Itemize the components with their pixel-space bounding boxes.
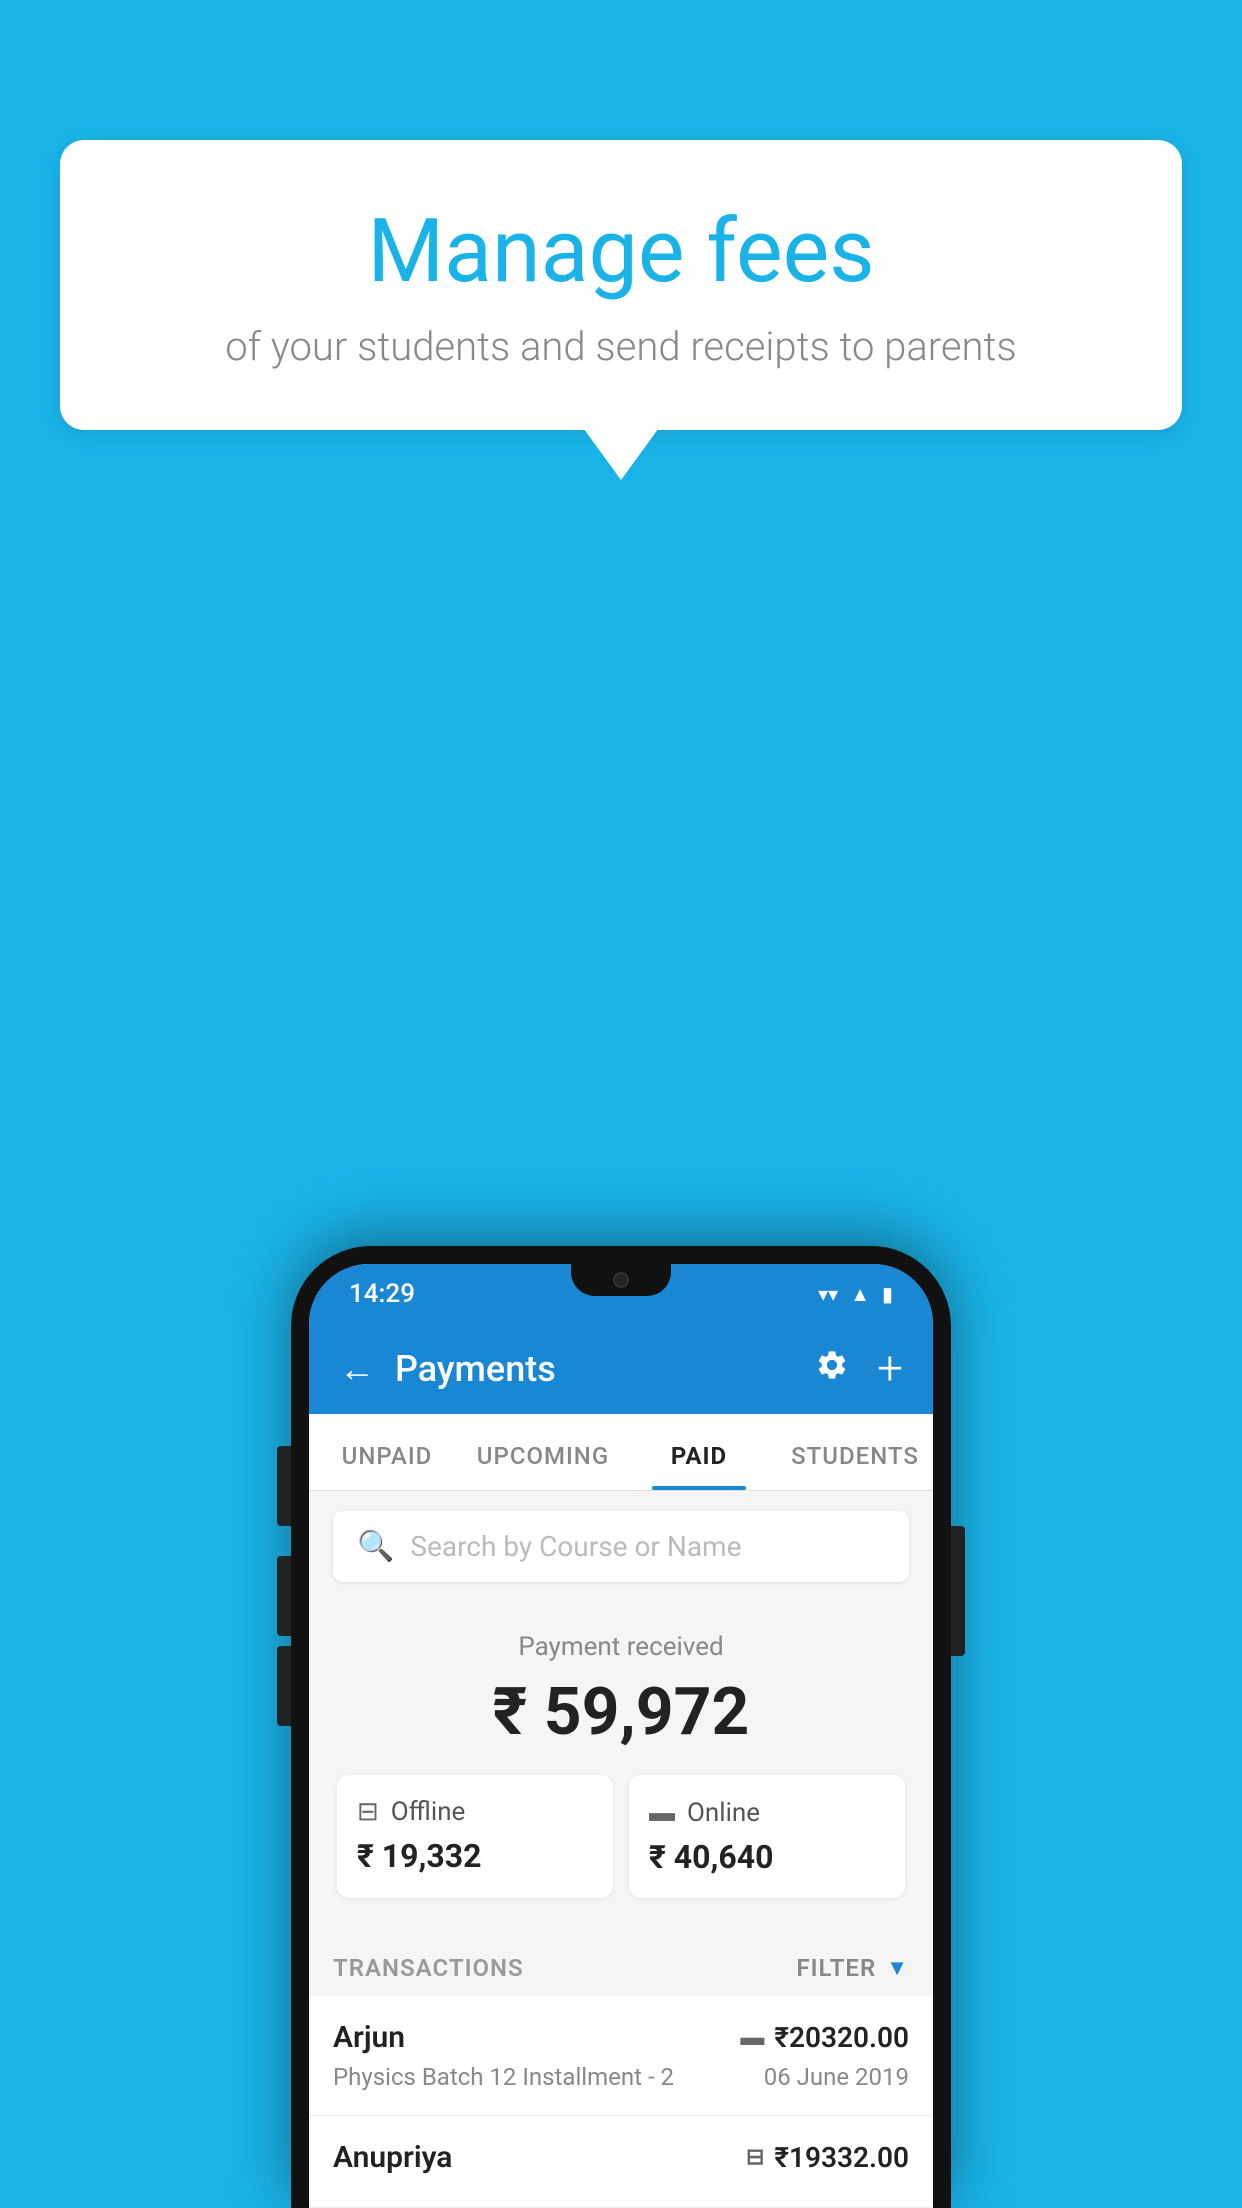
transaction-name: Anupriya [333, 2140, 452, 2175]
settings-icon[interactable] [815, 1348, 849, 1391]
status-time: 14:29 [349, 1279, 415, 1309]
speech-bubble: Manage fees of your students and send re… [60, 140, 1182, 430]
filter-label: FILTER [796, 1954, 876, 1982]
offline-payment-card: ⊟ Offline ₹ 19,332 [337, 1775, 613, 1898]
transaction-detail: Physics Batch 12 Installment - 2 [333, 2063, 674, 2091]
transaction-top: Anupriya ⊟ ₹19332.00 [333, 2140, 909, 2175]
transactions-header: TRANSACTIONS FILTER ▼ [309, 1934, 933, 1996]
tab-students[interactable]: STUDENTS [777, 1414, 933, 1490]
phone-device: 14:29 ▾▾ ▲ ▮ ← Payments + [291, 1246, 951, 2208]
payment-cards: ⊟ Offline ₹ 19,332 ▬ Online ₹ 40,640 [329, 1775, 913, 1914]
transaction-row[interactable]: Anupriya ⊟ ₹19332.00 [309, 2116, 933, 2208]
transaction-name: Arjun [333, 2020, 405, 2055]
search-bar[interactable]: 🔍 Search by Course or Name [333, 1511, 909, 1582]
tab-paid[interactable]: PAID [621, 1414, 777, 1490]
tab-unpaid[interactable]: UNPAID [309, 1414, 465, 1490]
offline-payment-icon: ⊟ [357, 1797, 379, 1827]
online-amount: ₹ 40,640 [649, 1838, 885, 1876]
battery-icon: ▮ [882, 1282, 893, 1306]
status-icons: ▾▾ ▲ ▮ [818, 1282, 893, 1307]
back-button[interactable]: ← [339, 1348, 375, 1390]
transaction-row[interactable]: Arjun ▬ ₹20320.00 Physics Batch 12 Insta… [309, 1996, 933, 2116]
speech-bubble-title: Manage fees [140, 200, 1102, 303]
payment-received-label: Payment received [329, 1632, 913, 1662]
transaction-top: Arjun ▬ ₹20320.00 [333, 2020, 909, 2055]
transactions-label: TRANSACTIONS [333, 1954, 524, 1982]
search-container: 🔍 Search by Course or Name [309, 1491, 933, 1602]
search-input[interactable]: Search by Course or Name [410, 1530, 741, 1563]
phone-screen: 14:29 ▾▾ ▲ ▮ ← Payments + [309, 1264, 933, 2208]
online-payment-card: ▬ Online ₹ 40,640 [629, 1775, 905, 1898]
payment-total-amount: ₹ 59,972 [329, 1674, 913, 1751]
transaction-date: 06 June 2019 [764, 2063, 909, 2091]
signal-icon: ▲ [850, 1282, 870, 1307]
speech-bubble-subtitle: of your students and send receipts to pa… [140, 323, 1102, 370]
rupee-icon: ⊟ [746, 2145, 764, 2170]
offline-label: Offline [391, 1797, 466, 1827]
notch-camera [613, 1272, 629, 1288]
transaction-amount: ▬ ₹20320.00 [740, 2021, 909, 2054]
online-label: Online [687, 1798, 760, 1828]
wifi-icon: ▾▾ [818, 1282, 838, 1306]
tab-upcoming[interactable]: UPCOMING [465, 1414, 621, 1490]
header-title: Payments [395, 1348, 815, 1390]
phone-wrapper: 14:29 ▾▾ ▲ ▮ ← Payments + [291, 1246, 951, 2208]
search-icon: 🔍 [357, 1529, 394, 1564]
filter-button[interactable]: FILTER ▼ [796, 1954, 909, 1982]
card-icon: ▬ [740, 2023, 764, 2052]
add-button[interactable]: + [877, 1342, 903, 1396]
offline-amount: ₹ 19,332 [357, 1837, 593, 1875]
header-actions: + [815, 1342, 903, 1396]
filter-icon: ▼ [886, 1955, 909, 1981]
transaction-amount: ⊟ ₹19332.00 [746, 2141, 909, 2174]
online-payment-icon: ▬ [649, 1797, 675, 1828]
app-header: ← Payments + [309, 1324, 933, 1414]
tabs-bar: UNPAID UPCOMING PAID STUDENTS [309, 1414, 933, 1491]
offline-card-header: ⊟ Offline [357, 1797, 593, 1827]
phone-notch [571, 1264, 671, 1296]
speech-bubble-container: Manage fees of your students and send re… [60, 140, 1182, 430]
online-card-header: ▬ Online [649, 1797, 885, 1828]
payment-summary: Payment received ₹ 59,972 ⊟ Offline ₹ 19… [309, 1602, 933, 1934]
transaction-bottom: Physics Batch 12 Installment - 2 06 June… [333, 2063, 909, 2091]
